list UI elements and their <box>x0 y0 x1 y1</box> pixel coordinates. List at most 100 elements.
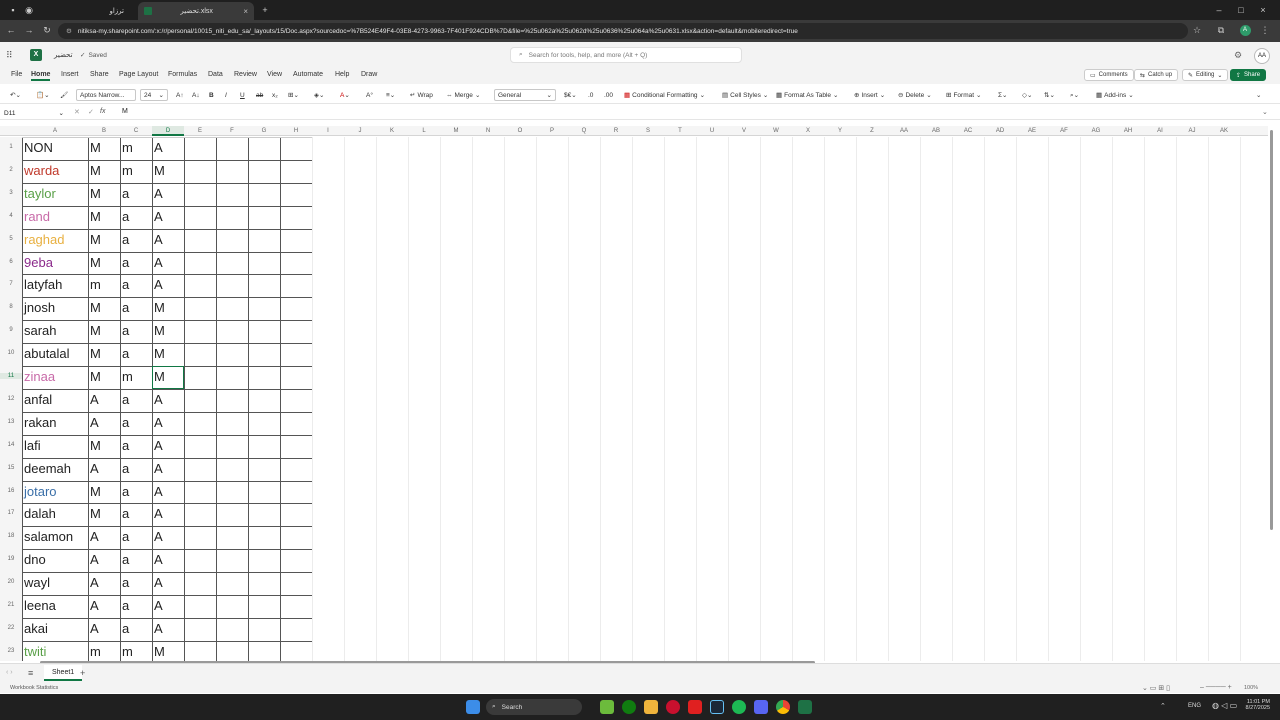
name-cell[interactable]: anfal <box>22 389 88 412</box>
attendance-cell[interactable]: A <box>152 274 184 297</box>
cell-styles-button[interactable]: ▤ Cell Styles ⌄ <box>722 89 768 101</box>
document-name[interactable]: تحضير <box>54 51 73 59</box>
row-header[interactable]: 16 <box>0 488 22 494</box>
attendance-cell[interactable]: a <box>120 389 152 412</box>
profile-avatar-icon[interactable]: A <box>1238 23 1252 37</box>
attendance-cell[interactable]: A <box>88 412 120 435</box>
name-cell[interactable]: 9eba <box>22 252 88 275</box>
attendance-cell[interactable]: A <box>152 572 184 595</box>
add-ins-button[interactable]: ▦ Add-ins ⌄ <box>1096 89 1134 101</box>
column-header-ah[interactable]: AH <box>1112 126 1144 136</box>
sheet-tab-sheet1[interactable]: Sheet1 <box>44 665 83 681</box>
attendance-cell[interactable]: A <box>152 229 184 252</box>
font-color-icon[interactable]: A ⌄ <box>340 89 350 101</box>
column-header-f[interactable]: F <box>216 126 248 136</box>
name-cell[interactable]: deemah <box>22 458 88 481</box>
expand-formula-icon[interactable]: ⌄ <box>1262 108 1268 116</box>
increase-font-icon[interactable]: A↑ <box>176 89 184 101</box>
row-header[interactable]: 2 <box>0 167 22 173</box>
column-header-w[interactable]: W <box>760 126 792 136</box>
column-header-af[interactable]: AF <box>1048 126 1080 136</box>
attendance-cell[interactable]: A <box>88 549 120 572</box>
name-cell[interactable]: sarah <box>22 320 88 343</box>
insert-cells-button[interactable]: ⊕ Insert ⌄ <box>854 89 885 101</box>
row-header[interactable]: 6 <box>0 259 22 265</box>
language-indicator[interactable]: ENG <box>1188 703 1201 709</box>
column-header-q[interactable]: Q <box>568 126 600 136</box>
attendance-cell[interactable]: M <box>152 297 184 320</box>
subscript-icon[interactable]: x₂ <box>272 89 278 101</box>
tab-file[interactable]: File <box>11 71 22 78</box>
column-header-ak[interactable]: AK <box>1208 126 1240 136</box>
attendance-cell[interactable]: a <box>120 274 152 297</box>
maximize-icon[interactable]: □ <box>1234 3 1248 17</box>
enter-icon[interactable]: ✓ <box>88 108 94 116</box>
column-header-ag[interactable]: AG <box>1080 126 1112 136</box>
font-family-select[interactable]: Aptos Narrow... <box>76 89 136 101</box>
attendance-cell[interactable]: m <box>120 137 152 160</box>
fill-color-icon[interactable]: ◈⌄ <box>314 89 324 101</box>
attendance-cell[interactable]: M <box>88 252 120 275</box>
attendance-cell[interactable]: A <box>152 137 184 160</box>
italic-icon[interactable]: I <box>225 89 227 101</box>
tab-tarzaw[interactable]: ترزاو <box>40 2 136 20</box>
function-icon[interactable]: fx <box>100 108 105 115</box>
column-header-u[interactable]: U <box>696 126 728 136</box>
column-header-y[interactable]: Y <box>824 126 856 136</box>
tab-draw[interactable]: Draw <box>361 71 377 78</box>
row-header[interactable]: 18 <box>0 533 22 539</box>
browser-profile-icon[interactable]: ◉ <box>22 3 36 17</box>
bold-icon[interactable]: B <box>209 89 214 101</box>
taskbar-search[interactable]: ⌕ Search <box>486 699 582 715</box>
selected-cell[interactable] <box>152 366 184 389</box>
attendance-cell[interactable]: a <box>120 252 152 275</box>
attendance-cell[interactable]: M <box>88 435 120 458</box>
format-as-table-button[interactable]: ▦ Format As Table ⌄ <box>776 89 838 101</box>
attendance-cell[interactable]: A <box>152 549 184 572</box>
attendance-cell[interactable]: a <box>120 183 152 206</box>
underline-icon[interactable]: U <box>240 89 245 101</box>
attendance-cell[interactable]: A <box>88 458 120 481</box>
attendance-cell[interactable]: A <box>152 618 184 641</box>
attendance-cell[interactable]: a <box>120 526 152 549</box>
view-normal-icon[interactable]: ⌄ ▭ ⊞ ▯ <box>1142 684 1170 692</box>
row-header[interactable]: 11 <box>0 373 22 379</box>
column-header-ad[interactable]: AD <box>984 126 1016 136</box>
minimize-icon[interactable]: – <box>1212 3 1226 17</box>
url-bar[interactable]: ⚙ nitiksa-my.sharepoint.com/:x:/r/person… <box>58 23 1188 39</box>
bookmark-star-icon[interactable]: ☆ <box>1190 23 1204 37</box>
attendance-cell[interactable]: A <box>88 572 120 595</box>
attendance-cell[interactable]: A <box>88 595 120 618</box>
vertical-scrollbar[interactable] <box>1270 130 1273 530</box>
column-header-aa[interactable]: AA <box>888 126 920 136</box>
cancel-icon[interactable]: ✕ <box>74 108 80 116</box>
attendance-cell[interactable]: M <box>88 229 120 252</box>
excel-taskbar-icon[interactable] <box>798 700 812 714</box>
decrease-font-icon[interactable]: A↓ <box>192 89 200 101</box>
clock[interactable]: 11:01 PM 8/27/2025 <box>1240 699 1270 711</box>
attendance-cell[interactable]: M <box>88 183 120 206</box>
row-header[interactable]: 7 <box>0 281 22 287</box>
spotify-icon[interactable] <box>732 700 746 714</box>
tab-review[interactable]: Review <box>234 71 257 78</box>
column-header-h[interactable]: H <box>280 126 312 136</box>
name-cell[interactable]: warda <box>22 160 88 183</box>
column-header-t[interactable]: T <box>664 126 696 136</box>
tab-insert[interactable]: Insert <box>61 71 79 78</box>
name-cell[interactable]: zinaa <box>22 366 88 389</box>
attendance-cell[interactable]: a <box>120 595 152 618</box>
attendance-cell[interactable]: A <box>152 595 184 618</box>
name-cell[interactable]: dno <box>22 549 88 572</box>
attendance-cell[interactable]: m <box>120 160 152 183</box>
network-volume-battery-icon[interactable]: ◍ ◁ ▭ <box>1212 701 1237 710</box>
zoom-slider[interactable]: – ──── + <box>1200 684 1232 691</box>
attendance-cell[interactable]: M <box>88 343 120 366</box>
comments-button[interactable]: ▭ Comments <box>1084 69 1134 81</box>
row-header[interactable]: 23 <box>0 648 22 654</box>
attendance-cell[interactable]: a <box>120 549 152 572</box>
increase-decimal-icon[interactable]: .00 <box>604 89 613 101</box>
row-header[interactable]: 8 <box>0 304 22 310</box>
row-header[interactable]: 19 <box>0 556 22 562</box>
column-header-c[interactable]: C <box>120 126 152 136</box>
column-header-k[interactable]: K <box>376 126 408 136</box>
